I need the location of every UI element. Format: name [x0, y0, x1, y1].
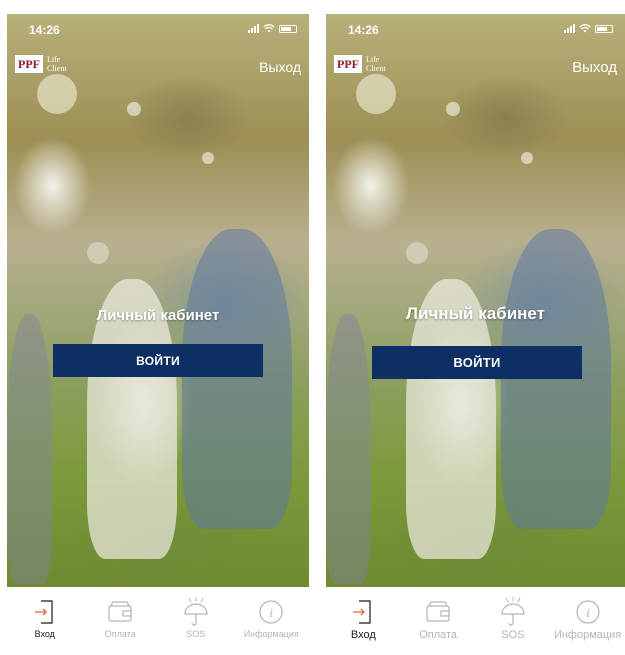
- battery-icon: [279, 24, 297, 33]
- logout-link[interactable]: Выход: [572, 59, 617, 76]
- mother-figure: [326, 314, 371, 584]
- phone-screen-right: 14:26 PPF Life Client Выход Личный кабин…: [326, 0, 625, 655]
- tab-label: Оплата: [419, 629, 458, 641]
- bubble: [87, 242, 109, 264]
- tab-label: SOS: [186, 629, 206, 639]
- tab-label: Информация: [553, 629, 622, 641]
- logo-brand: PPF: [15, 55, 43, 73]
- tab-info[interactable]: i Информация: [235, 597, 307, 655]
- tab-bar: Вход Оплата SOS i Информация: [326, 587, 625, 655]
- hero-photo: [7, 14, 309, 587]
- wifi-icon: [579, 24, 591, 33]
- umbrella-icon: [501, 597, 525, 626]
- status-bar: 14:26: [7, 14, 309, 40]
- bokeh-light: [356, 74, 396, 114]
- umbrella-icon: [184, 597, 208, 626]
- svg-text:i: i: [586, 605, 590, 620]
- wallet-icon: [108, 601, 132, 622]
- bubble: [521, 152, 533, 164]
- tab-bar: Вход Оплата SOS i Информация: [7, 587, 309, 655]
- phone-screen-left: 14:26 PPF Life Client Выход Личный кабин…: [7, 0, 309, 655]
- tab-login[interactable]: Вход: [9, 597, 81, 655]
- logo-brand: PPF: [334, 55, 362, 73]
- login-icon: [353, 600, 371, 624]
- status-bar: 14:26: [326, 14, 625, 40]
- tab-label: Вход: [350, 629, 376, 641]
- login-button[interactable]: ВОЙТИ: [372, 346, 582, 379]
- wallet-icon: [426, 601, 450, 622]
- tab-label: Вход: [34, 629, 55, 639]
- logo-text: Life Client: [366, 55, 386, 73]
- info-icon: i: [576, 600, 600, 624]
- bubble: [127, 102, 141, 116]
- tab-info[interactable]: i Информация: [552, 597, 624, 655]
- signal-icon: [248, 24, 259, 33]
- father-figure: [501, 229, 611, 529]
- tab-label: Информация: [243, 629, 299, 639]
- bubble: [202, 152, 214, 164]
- cabinet-title: Личный кабинет: [406, 304, 545, 323]
- bubble: [446, 102, 460, 116]
- wifi-icon: [263, 24, 275, 33]
- login-icon: [34, 600, 53, 624]
- svg-text:i: i: [269, 605, 273, 620]
- cabinet-title: Личный кабинет: [96, 307, 220, 324]
- mother-figure: [7, 314, 52, 584]
- tab-payment[interactable]: Оплата: [84, 597, 156, 655]
- bokeh-light: [37, 74, 77, 114]
- tab-payment[interactable]: Оплата: [402, 597, 474, 655]
- logo-text: Life Client: [47, 55, 67, 73]
- tab-login[interactable]: Вход: [327, 597, 399, 655]
- login-button[interactable]: ВОЙТИ: [53, 344, 263, 377]
- logo-line1: Life: [366, 55, 380, 64]
- tab-sos[interactable]: SOS: [160, 597, 232, 655]
- bubble: [406, 242, 428, 264]
- signal-icon: [564, 24, 575, 33]
- battery-icon: [595, 24, 613, 33]
- status-time: 14:26: [29, 23, 60, 37]
- tab-label: SOS: [501, 629, 525, 641]
- logout-link[interactable]: Выход: [259, 59, 301, 75]
- status-time: 14:26: [348, 23, 379, 37]
- hero-photo: [326, 14, 625, 587]
- logo-line2: Client: [366, 64, 386, 73]
- tab-sos[interactable]: SOS: [477, 597, 549, 655]
- logo-line1: Life: [47, 55, 61, 64]
- info-icon: i: [259, 600, 283, 624]
- father-figure: [182, 229, 292, 529]
- ppf-logo: PPF Life Client: [334, 55, 386, 73]
- tab-label: Оплата: [104, 629, 136, 639]
- logo-line2: Client: [47, 64, 67, 73]
- ppf-logo: PPF Life Client: [15, 55, 67, 73]
